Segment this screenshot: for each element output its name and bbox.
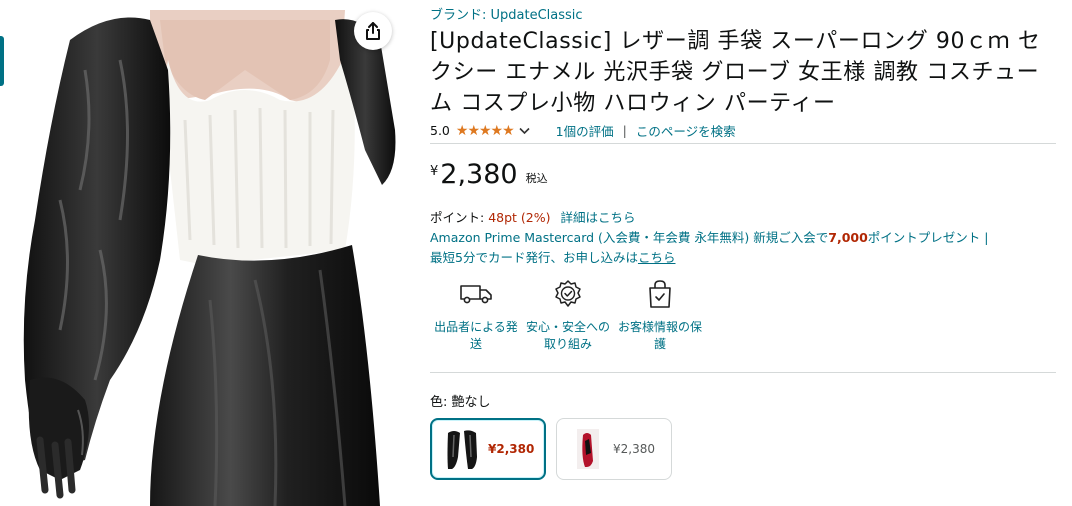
- mastercard-promo-line2: 最短5分でカード発行、お申し込みはこちら: [430, 247, 675, 266]
- mastercard-points: 7,000: [828, 230, 868, 245]
- share-button[interactable]: [354, 12, 392, 50]
- chevron-down-icon[interactable]: [519, 127, 530, 135]
- secure-bag-icon: [614, 277, 706, 311]
- mastercard-line2-text: 最短5分でカード発行、お申し込みは: [430, 250, 638, 265]
- variation-swatches: ¥2,380 ¥2,380: [430, 418, 672, 480]
- badge-label: 出品者による発送: [434, 320, 518, 351]
- image-thumbnail-indicator: [0, 36, 4, 86]
- trust-badges: 出品者による発送 安心・安全への取り組み お客様情報の保護: [430, 277, 706, 353]
- points-details-link[interactable]: 詳細はこちら: [560, 210, 635, 225]
- mastercard-suffix: ポイントプレゼント |: [867, 230, 989, 245]
- share-icon: [366, 22, 380, 40]
- swatch-option-glossy[interactable]: ¥2,380: [556, 418, 672, 480]
- divider: [430, 143, 1056, 144]
- star-rating-icon[interactable]: ★★★★★: [456, 123, 515, 139]
- mastercard-promo-line1[interactable]: Amazon Prime Mastercard (入会費・年会費 永年無料) 新…: [430, 227, 988, 246]
- points-value: 48pt (2%): [488, 210, 551, 225]
- price-block: ¥ 2,380 税込: [430, 158, 548, 192]
- brand-link[interactable]: ブランド: UpdateClassic: [430, 4, 583, 23]
- swatch-price: ¥2,380: [613, 442, 655, 456]
- variation-label: 色: 艶なし: [430, 391, 491, 410]
- price-amount: 2,380: [440, 159, 518, 190]
- price-symbol: ¥: [430, 164, 439, 179]
- points-row: ポイント: 48pt (2%) 詳細はこちら: [430, 207, 636, 226]
- badge-label: 安心・安全への取り組み: [525, 320, 610, 351]
- product-photo[interactable]: [0, 0, 400, 506]
- variation-label-text: 色:: [430, 395, 452, 410]
- badge-label: お客様情報の保護: [617, 320, 702, 351]
- badge-safety[interactable]: 安心・安全への取り組み: [522, 277, 614, 353]
- security-badge-icon: [522, 277, 614, 311]
- swatch-thumbnail: [442, 426, 482, 472]
- delivery-truck-icon: [430, 277, 522, 311]
- rating-value: 5.0: [430, 123, 450, 138]
- variation-selected-value: 艶なし: [451, 395, 491, 410]
- points-label: ポイント:: [430, 210, 489, 225]
- swatch-option-matte[interactable]: ¥2,380: [430, 418, 546, 480]
- product-title: [UpdateClassic] レザー調 手袋 スーパーロング 90ｃｍ セクシ…: [430, 29, 1041, 116]
- tax-label: 税込: [525, 172, 548, 185]
- rating-count-link[interactable]: 1個の評価: [556, 121, 614, 140]
- swatch-thumbnail: [567, 426, 607, 472]
- product-image-area[interactable]: [0, 0, 400, 506]
- badge-seller-shipping[interactable]: 出品者による発送: [430, 277, 522, 353]
- badge-privacy[interactable]: お客様情報の保護: [614, 277, 706, 353]
- swatch-price: ¥2,380: [488, 442, 535, 456]
- mastercard-text: Amazon Prime Mastercard (入会費・年会費 永年無料) 新…: [430, 230, 829, 245]
- mastercard-apply-link[interactable]: こちら: [638, 250, 676, 265]
- divider: [430, 372, 1056, 373]
- rating-row: 5.0 ★★★★★ 1個の評価 | このページを検索: [430, 121, 736, 140]
- search-page-link[interactable]: このページを検索: [636, 121, 736, 140]
- separator: |: [622, 123, 627, 138]
